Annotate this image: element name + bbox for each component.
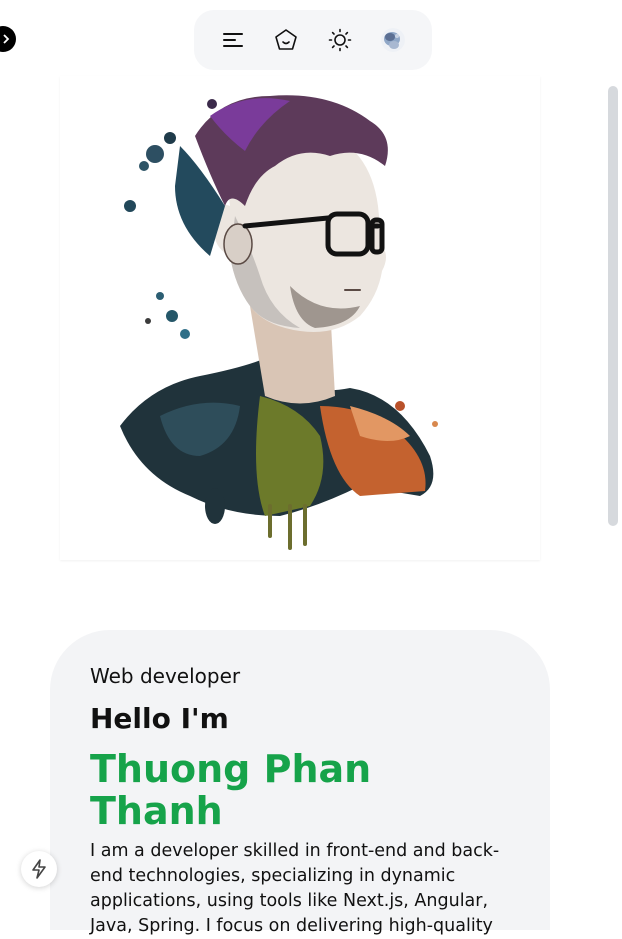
avatar [381,28,406,52]
quick-action-button[interactable] [21,851,57,887]
sidebar-toggle-button[interactable] [0,26,16,52]
menu-icon [222,33,243,47]
profile-button[interactable] [377,24,409,56]
scrollbar-thumb[interactable] [608,86,618,526]
portrait-card [60,76,540,560]
sun-icon [328,28,352,52]
menu-button[interactable] [217,24,249,56]
theme-toggle-button[interactable] [324,24,356,56]
scrollbar[interactable] [608,86,618,526]
top-toolbar [194,10,432,70]
home-pentagon-icon [275,29,298,50]
lightning-icon [32,859,46,879]
greeting-heading: Hello I'm [90,702,229,735]
home-button[interactable] [270,24,302,56]
role-label: Web developer [90,664,241,688]
hero-card: Web developer Hello I'm Thuong Phan Than… [50,630,550,936]
name-heading: Thuong Phan Thanh [90,747,372,833]
portrait-illustration [120,95,438,550]
chevron-right-icon [3,34,10,44]
bio-text: I am a developer skilled in front-end an… [90,840,500,936]
